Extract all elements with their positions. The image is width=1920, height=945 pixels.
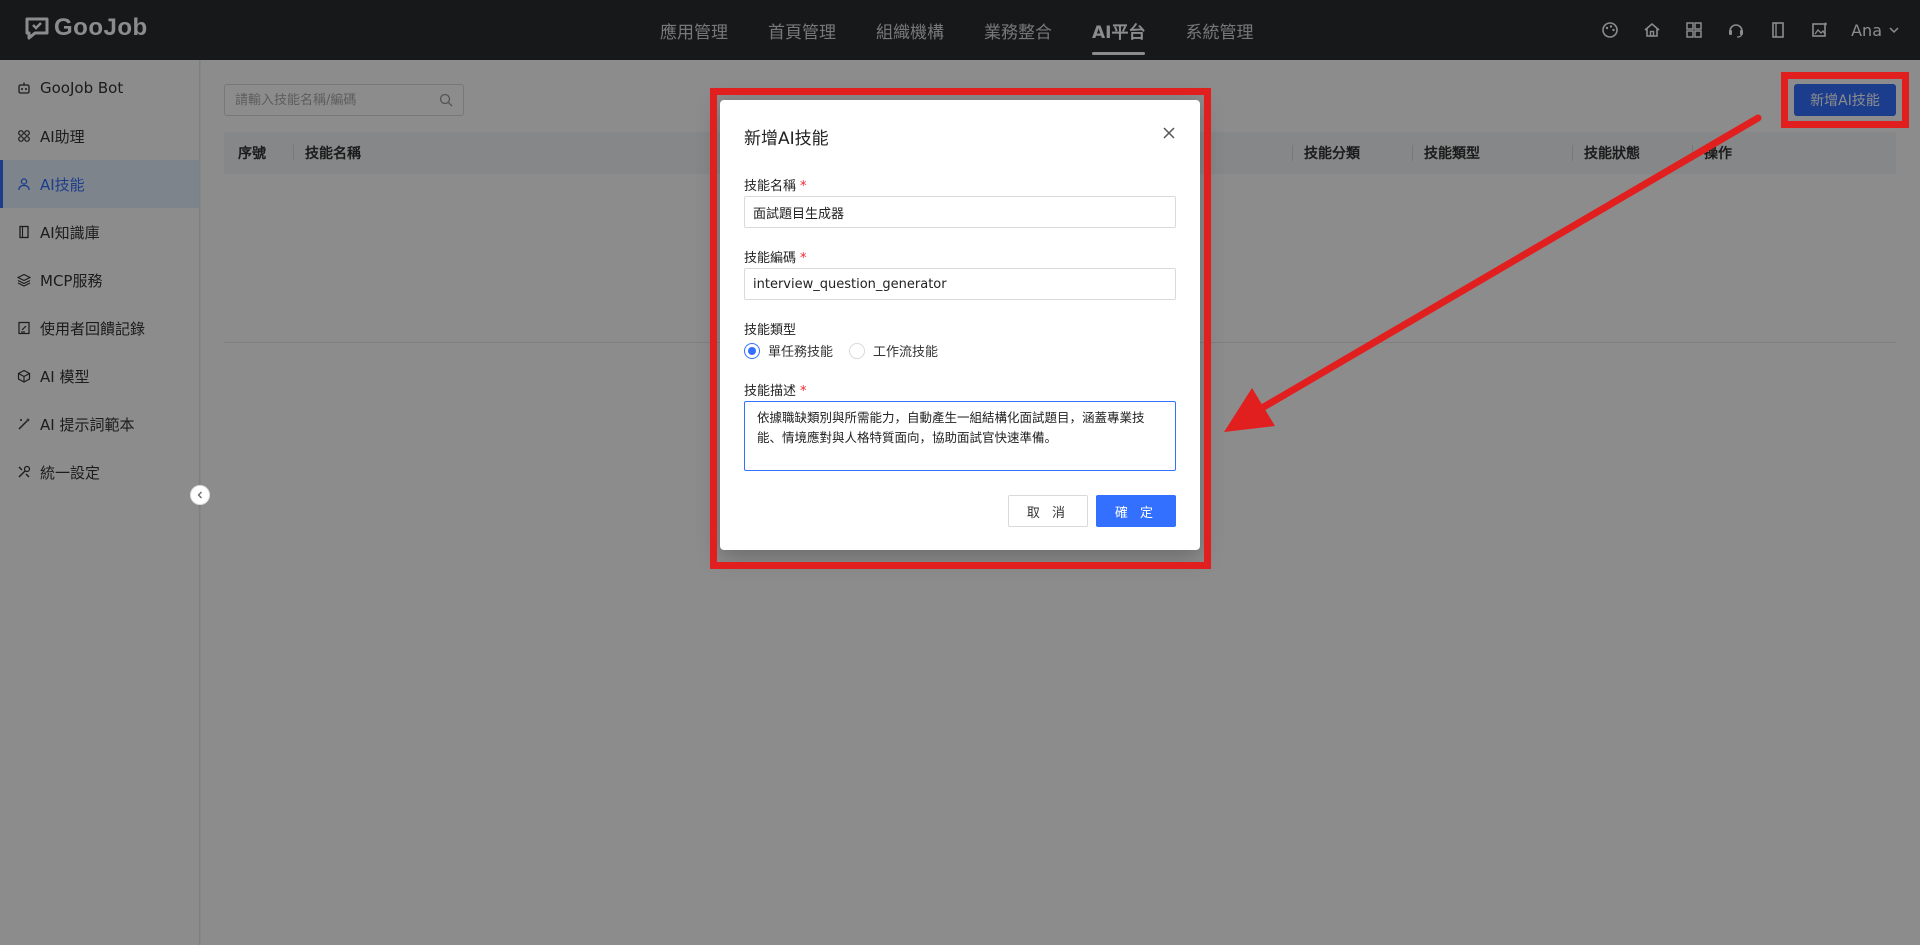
skill-code-label: 技能編碼 * xyxy=(744,247,807,266)
radio-single-task[interactable]: 單任務技能 xyxy=(744,341,833,360)
skill-description-textarea[interactable]: 依據職缺類別與所需能力，自動產生一組結構化面試題目，涵蓋專業技能、情境應對與人格… xyxy=(744,401,1176,471)
confirm-button[interactable]: 確 定 xyxy=(1096,495,1176,527)
required-mark: * xyxy=(800,384,807,399)
radio-workflow[interactable]: 工作流技能 xyxy=(849,341,938,360)
radio-label: 工作流技能 xyxy=(873,345,939,360)
skill-type-radio-group: 單任務技能 工作流技能 xyxy=(744,341,954,360)
sidebar-collapse-button[interactable] xyxy=(190,485,210,505)
required-mark: * xyxy=(800,251,807,266)
radio-indicator xyxy=(849,342,866,359)
skill-description-label-text: 技能描述 xyxy=(744,384,797,399)
close-icon xyxy=(1163,127,1175,139)
radio-label: 單任務技能 xyxy=(768,345,834,360)
skill-description-label: 技能描述 * xyxy=(744,380,807,399)
skill-name-label: 技能名稱 * xyxy=(744,175,807,194)
add-ai-skill-dialog: 新增AI技能 技能名稱* 技能編碼* 技能類型 單任務技能 工作流技能 技能描述… xyxy=(720,100,1200,550)
skill-type-label: 技能類型 xyxy=(744,323,797,338)
skill-code-label-text: 技能編碼 xyxy=(744,251,797,266)
skill-name-input[interactable] xyxy=(744,196,1176,228)
dialog-title: 新增AI技能 xyxy=(744,129,829,149)
close-button[interactable] xyxy=(1158,122,1180,144)
chevron-left-icon xyxy=(197,491,202,499)
radio-indicator xyxy=(744,342,760,359)
cancel-button[interactable]: 取 消 xyxy=(1008,495,1088,527)
skill-name-label-text: 技能名稱 xyxy=(744,179,797,194)
skill-code-input[interactable] xyxy=(744,268,1176,300)
required-mark: * xyxy=(800,179,807,194)
